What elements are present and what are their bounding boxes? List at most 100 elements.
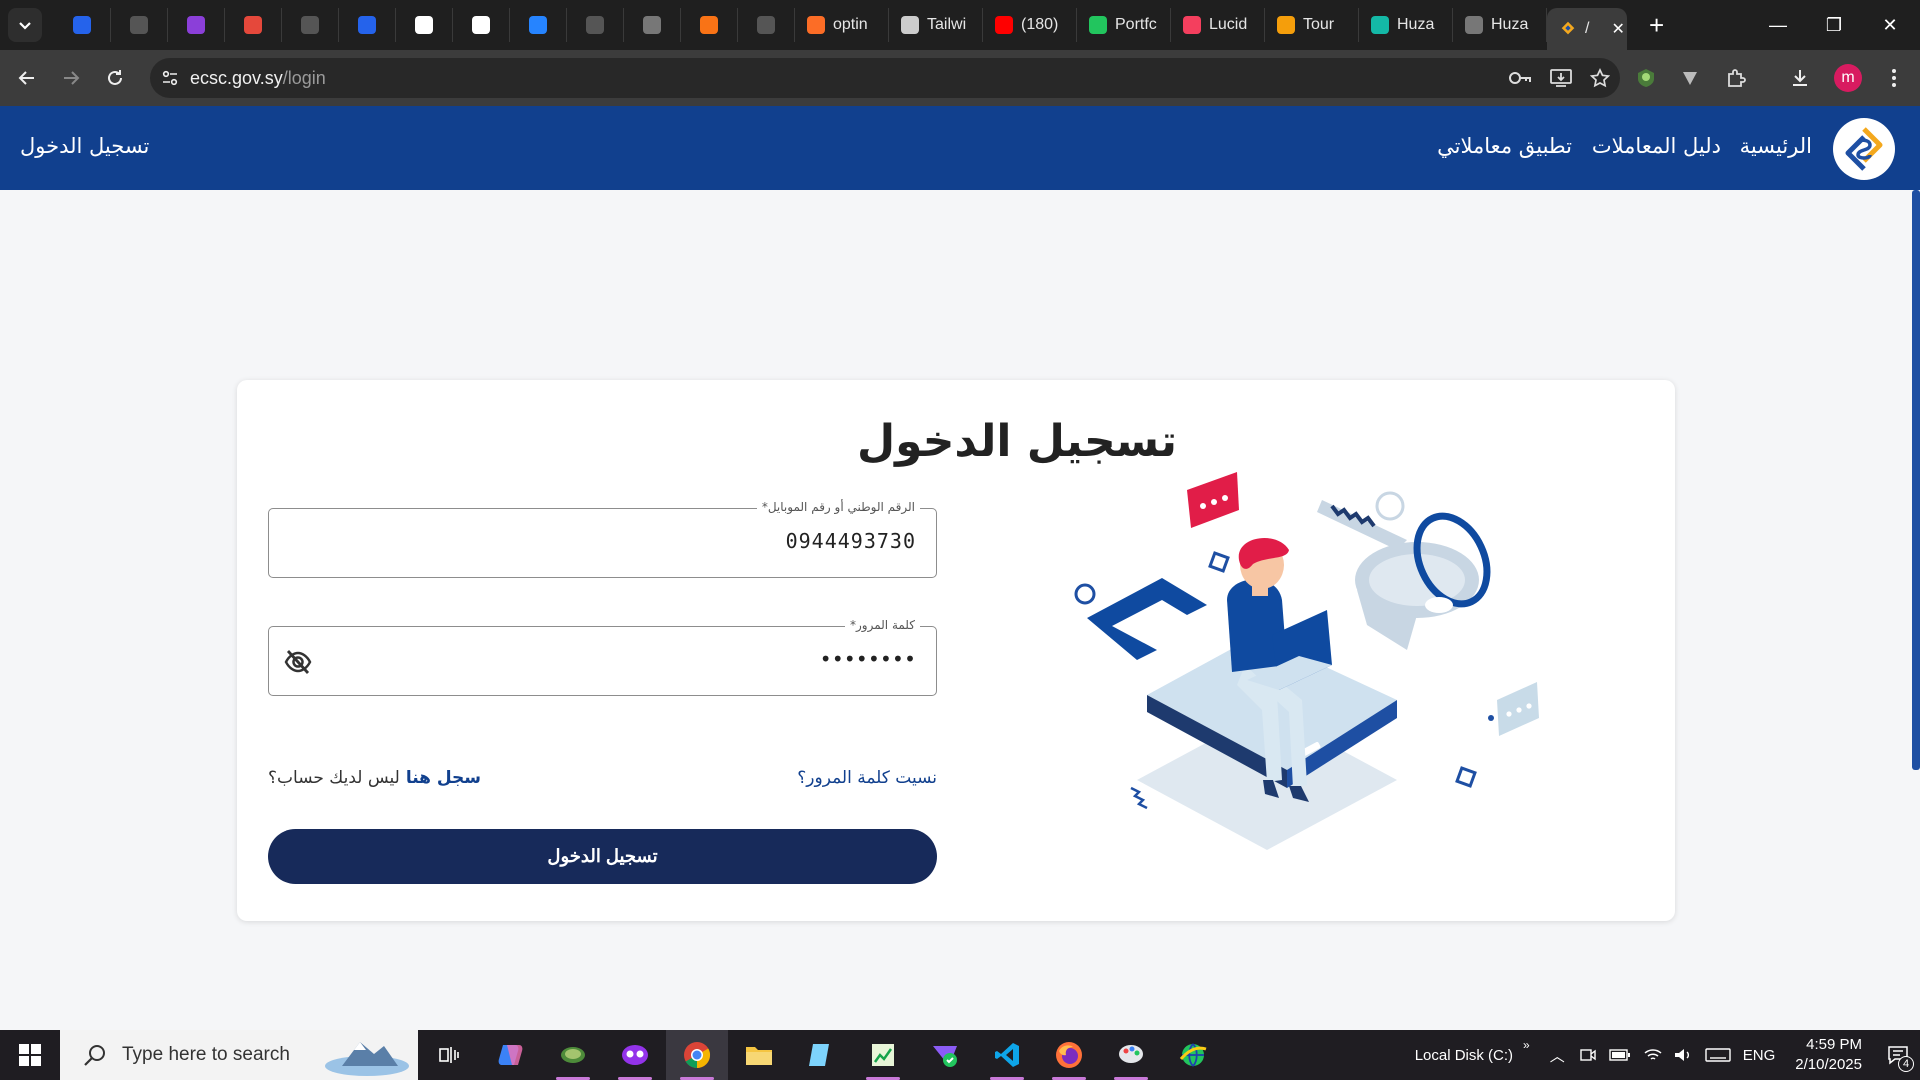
browser-tab[interactable] (225, 8, 282, 42)
google-icon (472, 16, 490, 34)
puzzle-icon[interactable] (1718, 58, 1754, 98)
extension-icon[interactable] (1628, 58, 1664, 98)
taskbar-app-3[interactable] (790, 1030, 852, 1080)
nav-app[interactable]: تطبيق معاملاتي (1437, 134, 1572, 158)
national-id-value[interactable]: 0944493730 (786, 529, 916, 553)
language-indicator[interactable]: ENG (1743, 1047, 1776, 1064)
address-bar[interactable]: ecsc.gov.sy/login (150, 58, 1620, 98)
vpn-extension-icon[interactable] (1672, 58, 1708, 98)
task-view-button[interactable] (418, 1030, 480, 1080)
login-illustration (1074, 472, 1539, 850)
login-button[interactable]: تسجيل الدخول (268, 829, 937, 884)
tab-search-button[interactable] (8, 8, 42, 42)
windows-icon (19, 1044, 41, 1066)
browser-tab[interactable] (54, 8, 111, 42)
browser-tab[interactable] (567, 8, 624, 42)
taskbar-firefox[interactable] (1038, 1030, 1100, 1080)
tab-label: (180) (1021, 16, 1059, 33)
folder-icon (746, 1047, 772, 1065)
forgot-password-link[interactable]: نسيت كلمة المرور؟ (797, 768, 937, 788)
browser-tab[interactable]: Lucid (1171, 8, 1265, 42)
task-view-icon (439, 1047, 459, 1063)
password-value[interactable]: •••••••• (820, 647, 916, 671)
restore-button[interactable]: ❐ (1806, 0, 1862, 50)
browser-tab[interactable] (396, 8, 453, 42)
close-window-button[interactable]: ✕ (1862, 0, 1918, 50)
volume-icon[interactable] (1673, 1047, 1693, 1063)
wifi-icon[interactable] (1643, 1047, 1663, 1063)
clock[interactable]: 4:59 PM 2/10/2025 (1795, 1035, 1862, 1075)
more-menu-icon[interactable] (1876, 58, 1912, 98)
taskbar-vscode[interactable] (976, 1030, 1038, 1080)
taskbar-file-explorer[interactable] (728, 1030, 790, 1080)
taskbar-chrome[interactable] (666, 1030, 728, 1080)
site-info-icon[interactable] (150, 58, 190, 98)
browser-tab[interactable] (681, 8, 738, 42)
drive-label[interactable]: Local Disk (C:) (1415, 1047, 1513, 1064)
keyboard-icon[interactable] (1705, 1047, 1731, 1063)
browser-tab[interactable] (168, 8, 225, 42)
new-tab-button[interactable]: + (1649, 10, 1664, 41)
browser-tab[interactable] (738, 8, 795, 42)
mask-app-icon (622, 1045, 648, 1065)
browser-tab[interactable] (453, 8, 510, 42)
ecsc-logo-icon (1845, 127, 1883, 171)
browser-tab[interactable]: Huza (1359, 8, 1453, 42)
national-id-label: الرقم الوطني أو رقم الموبايل* (756, 500, 920, 514)
reload-icon (108, 70, 122, 85)
browser-tab[interactable]: Tailwi (889, 8, 983, 42)
taskbar-app-7[interactable] (1162, 1030, 1224, 1080)
chevron-up-icon[interactable]: ︿ (1550, 1045, 1565, 1066)
reload-button[interactable] (93, 56, 137, 100)
back-button[interactable] (5, 56, 49, 100)
browser-tab[interactable]: Huza (1453, 8, 1547, 42)
taskbar-app-6[interactable] (1100, 1030, 1162, 1080)
battery-icon[interactable] (1609, 1048, 1631, 1062)
chrome-icon (684, 1042, 711, 1069)
nav-home[interactable]: الرئيسية (1740, 134, 1812, 158)
browser-tab[interactable] (624, 8, 681, 42)
start-button[interactable] (0, 1030, 60, 1080)
star-icon[interactable] (1590, 68, 1610, 88)
taskbar-app-5[interactable] (914, 1030, 976, 1080)
taskbar-search[interactable]: Type here to search (60, 1030, 418, 1080)
install-app-icon[interactable] (1550, 68, 1572, 88)
page-scrollbar[interactable] (1912, 190, 1920, 770)
register-link[interactable]: سجل هنا (406, 768, 481, 788)
aws-icon (73, 16, 91, 34)
browser-tab[interactable] (111, 8, 168, 42)
stack-icon (244, 16, 262, 34)
browser-tab[interactable]: Tour (1265, 8, 1359, 42)
tab-label: Huza (1397, 16, 1435, 33)
browser-tab[interactable]: (180) (983, 8, 1077, 42)
login-card: تسجيل الدخول الرقم الوطني أو رقم الموباي… (237, 380, 1675, 921)
browser-tab[interactable] (339, 8, 396, 42)
taskbar-app-2[interactable] (604, 1030, 666, 1080)
meet-icon[interactable] (1579, 1047, 1597, 1063)
taskbar-copilot[interactable] (480, 1030, 542, 1080)
download-icon[interactable] (1782, 58, 1818, 98)
tab-label: Tailwi (927, 16, 967, 33)
eye-off-icon[interactable] (283, 647, 313, 677)
browser-tab[interactable] (282, 8, 339, 42)
nav-transactions-guide[interactable]: دليل المعاملات (1592, 134, 1721, 158)
tab-active[interactable]: / ✕ (1547, 8, 1627, 50)
taskbar-app-4[interactable] (852, 1030, 914, 1080)
forward-button[interactable] (49, 56, 93, 100)
close-icon[interactable]: ✕ (1611, 19, 1624, 39)
minimize-button[interactable]: — (1750, 0, 1806, 50)
browser-tab[interactable]: Portfc (1077, 8, 1171, 42)
site-logo[interactable] (1833, 118, 1895, 180)
browser-tab[interactable]: optin (795, 8, 889, 42)
key-icon[interactable] (1508, 69, 1532, 87)
national-id-field[interactable]: الرقم الوطني أو رقم الموبايل* 0944493730 (268, 500, 937, 578)
turtle-app-icon (561, 1047, 585, 1063)
profile-button[interactable]: m (1830, 58, 1866, 98)
taskbar-app-1[interactable] (542, 1030, 604, 1080)
browser-tab[interactable] (510, 8, 567, 42)
grid-icon (415, 16, 433, 34)
password-field[interactable]: كلمة المرور* •••••••• (268, 618, 937, 696)
header-login-link[interactable]: تسجيل الدخول (20, 134, 149, 158)
notifications-button[interactable]: 4 (1876, 1030, 1920, 1080)
overflow-chevron-icon[interactable]: » (1523, 1038, 1530, 1052)
